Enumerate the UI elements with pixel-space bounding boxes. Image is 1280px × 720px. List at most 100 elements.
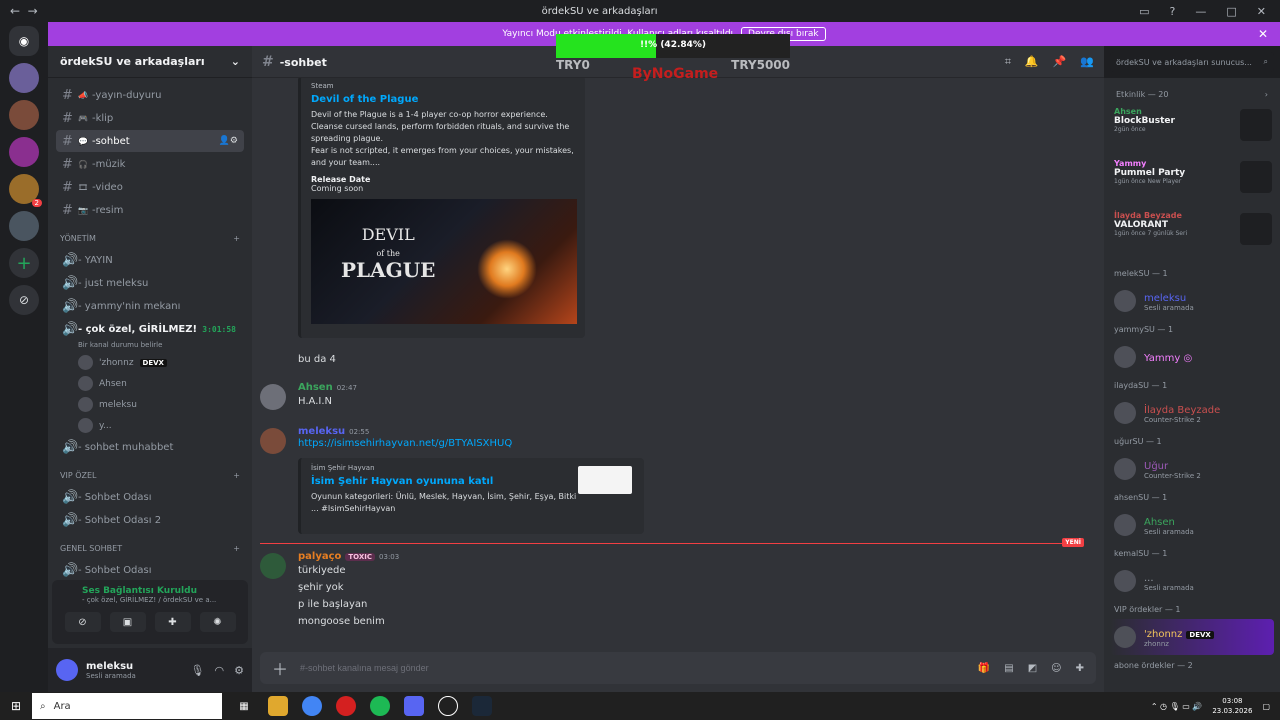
- avatar[interactable]: [260, 384, 286, 410]
- maximize-button[interactable]: □: [1226, 5, 1236, 18]
- steam-icon[interactable]: [472, 696, 492, 716]
- microphone-icon[interactable]: 🎙: [191, 664, 205, 677]
- discord-home-icon[interactable]: ◉: [9, 26, 39, 56]
- channel-status[interactable]: Bir kanal durumu belirle: [78, 341, 236, 349]
- voice-channel[interactable]: 🔊 - just meleksu: [56, 272, 244, 294]
- author-name[interactable]: Ahsen: [298, 382, 333, 393]
- minimize-button[interactable]: —: [1195, 5, 1206, 18]
- windows-start-icon[interactable]: ⊞: [0, 699, 32, 713]
- voice-user[interactable]: y...: [78, 415, 252, 436]
- notifications-icon[interactable]: ▢: [1262, 702, 1270, 711]
- chrome-icon[interactable]: [302, 696, 322, 716]
- voice-channel[interactable]: 🔊 - Sohbet Odası: [56, 486, 244, 508]
- voice-channel[interactable]: 🔊 - yammy'nin mekanı: [56, 295, 244, 317]
- avatar: [78, 355, 93, 370]
- category-vip[interactable]: VIP Özel +: [56, 466, 244, 484]
- author-name[interactable]: meleksu: [298, 426, 345, 437]
- voice-channel-path[interactable]: - çok özel, GİRİLMEZ! / ördekSU ve a...: [82, 596, 240, 604]
- embed-title[interactable]: Devil of the Plague: [311, 94, 575, 105]
- text-channel[interactable]: # 🎞 -video: [56, 176, 244, 198]
- add-channel-icon[interactable]: +: [233, 471, 240, 480]
- activities-icon[interactable]: ✚: [154, 612, 191, 632]
- discover-icon[interactable]: ⊘: [9, 285, 39, 315]
- camera-off-icon[interactable]: ⊘: [64, 612, 101, 632]
- message-link[interactable]: https://isimsehirhayvan.net/g/BTYAISXHUQ: [298, 437, 1090, 451]
- soundboard-icon[interactable]: ✺: [199, 612, 236, 632]
- server-icon[interactable]: 2: [9, 174, 42, 207]
- search-input[interactable]: ördekSU ve arkadaşları sunucus... ⌕: [1110, 52, 1274, 72]
- avatar[interactable]: [260, 553, 286, 579]
- screen-share-icon[interactable]: ▣: [109, 612, 146, 632]
- gear-icon[interactable]: ⚙: [234, 664, 244, 677]
- nav-arrows[interactable]: ← →: [0, 4, 60, 18]
- server-icon[interactable]: [9, 63, 39, 93]
- activity-card[interactable]: Yammy Pummel Party 1gün önce New Player: [1104, 159, 1280, 211]
- server-icon[interactable]: [9, 137, 39, 167]
- member-item[interactable]: Ahsen Sesli aramada: [1104, 507, 1280, 543]
- message-input[interactable]: [300, 663, 978, 673]
- channel-settings-icon[interactable]: 👤⚙: [219, 136, 238, 146]
- close-icon[interactable]: ✕: [1258, 27, 1268, 41]
- donation-progress-bar: !!% (42.84%): [556, 34, 790, 58]
- close-button[interactable]: ✕: [1257, 5, 1266, 18]
- discord-icon[interactable]: [404, 696, 424, 716]
- member-item[interactable]: meleksu Sesli aramada: [1104, 283, 1280, 319]
- member-item[interactable]: İlayda Beyzade Counter-Strike 2: [1104, 395, 1280, 431]
- gif-icon[interactable]: ▤: [1004, 663, 1013, 674]
- bell-icon[interactable]: 🔔: [1025, 55, 1039, 69]
- apps-icon[interactable]: ✚: [1076, 663, 1084, 674]
- activity-card[interactable]: İlayda Beyzade VALORANT 1gün önce 7 günlük…: [1104, 211, 1280, 263]
- text-channel[interactable]: # 📣 -yayın-duyuru: [56, 84, 244, 106]
- voice-channel[interactable]: 🔊 - YAYIN: [56, 249, 244, 271]
- text-channel[interactable]: # 💬 -sohbet 👤⚙: [56, 130, 244, 152]
- activity-card[interactable]: Ahsen BlockBuster 2gün önce: [1104, 107, 1280, 159]
- help-icon[interactable]: ?: [1170, 5, 1176, 18]
- emoji-icon[interactable]: ☺: [1051, 663, 1061, 674]
- add-server-icon[interactable]: +: [9, 248, 39, 278]
- author-name[interactable]: palyaço: [298, 551, 341, 562]
- add-channel-icon[interactable]: +: [233, 544, 240, 553]
- category-yonetim[interactable]: YÖNETİM +: [56, 229, 244, 247]
- tray-icons[interactable]: ⌃ ◷ 🎙 ▭ 🔊: [1151, 702, 1203, 711]
- voice-user[interactable]: 'zhonnz DEVX: [78, 352, 252, 373]
- upload-plus-icon[interactable]: ＋: [272, 656, 300, 680]
- voice-channel[interactable]: 🔊 - Sohbet Odası: [56, 559, 244, 581]
- avatar[interactable]: [56, 659, 78, 681]
- text-channel[interactable]: # 📷 -resim: [56, 199, 244, 221]
- opera-icon[interactable]: [336, 696, 356, 716]
- gift-icon[interactable]: 🎁: [978, 663, 990, 674]
- member-item[interactable]: Yammy ◎: [1104, 339, 1280, 375]
- server-icon[interactable]: [9, 211, 39, 241]
- file-explorer-icon[interactable]: [268, 696, 288, 716]
- embed-thumbnail[interactable]: [578, 466, 632, 494]
- sticker-icon[interactable]: ◩: [1028, 663, 1037, 674]
- text-channel[interactable]: # 🎧 -müzik: [56, 153, 244, 175]
- avatar[interactable]: [260, 428, 286, 454]
- activity-header[interactable]: Etkinlik — 20 ›: [1104, 90, 1280, 99]
- server-header[interactable]: ördekSU ve arkadaşları ⌄: [48, 46, 252, 78]
- pin-icon[interactable]: 📌: [1053, 55, 1067, 69]
- category-genel[interactable]: Genel Sohbet +: [56, 539, 244, 557]
- spotify-icon[interactable]: [370, 696, 390, 716]
- voice-channel[interactable]: 🔊 - sohbet muhabbet: [56, 436, 244, 458]
- clock-date: 23.03.2026: [1212, 707, 1253, 715]
- threads-icon[interactable]: ⌗: [1005, 55, 1011, 69]
- clock[interactable]: 03:08 23.03.2026: [1212, 696, 1252, 716]
- headphones-icon[interactable]: ◠: [215, 664, 225, 677]
- task-view-icon[interactable]: ▦: [234, 696, 254, 716]
- text-channel[interactable]: # 🎮 -klip: [56, 107, 244, 129]
- add-channel-icon[interactable]: +: [233, 234, 240, 243]
- member-item[interactable]: 'zhonnz DEVX zhonnz: [1110, 619, 1274, 655]
- server-icon[interactable]: [9, 100, 39, 130]
- member-item[interactable]: ... Sesli aramada: [1104, 563, 1280, 599]
- voice-user[interactable]: meleksu: [78, 394, 252, 415]
- voice-channel[interactable]: 🔊 - Sohbet Odası 2: [56, 509, 244, 531]
- voice-channel-private[interactable]: 🔊 - çok özel, GİRİLMEZ! 3:01:58: [56, 318, 244, 340]
- obs-icon[interactable]: [438, 696, 458, 716]
- member-item[interactable]: Uğur Counter-Strike 2: [1104, 451, 1280, 487]
- embed-image[interactable]: DEVIL of the PLAGUE: [311, 199, 577, 324]
- voice-user[interactable]: Ahsen: [78, 373, 252, 394]
- members-icon[interactable]: 👥: [1080, 55, 1094, 69]
- taskbar-search[interactable]: ⌕ Ara: [32, 693, 222, 719]
- inbox-icon[interactable]: ▭: [1139, 5, 1149, 18]
